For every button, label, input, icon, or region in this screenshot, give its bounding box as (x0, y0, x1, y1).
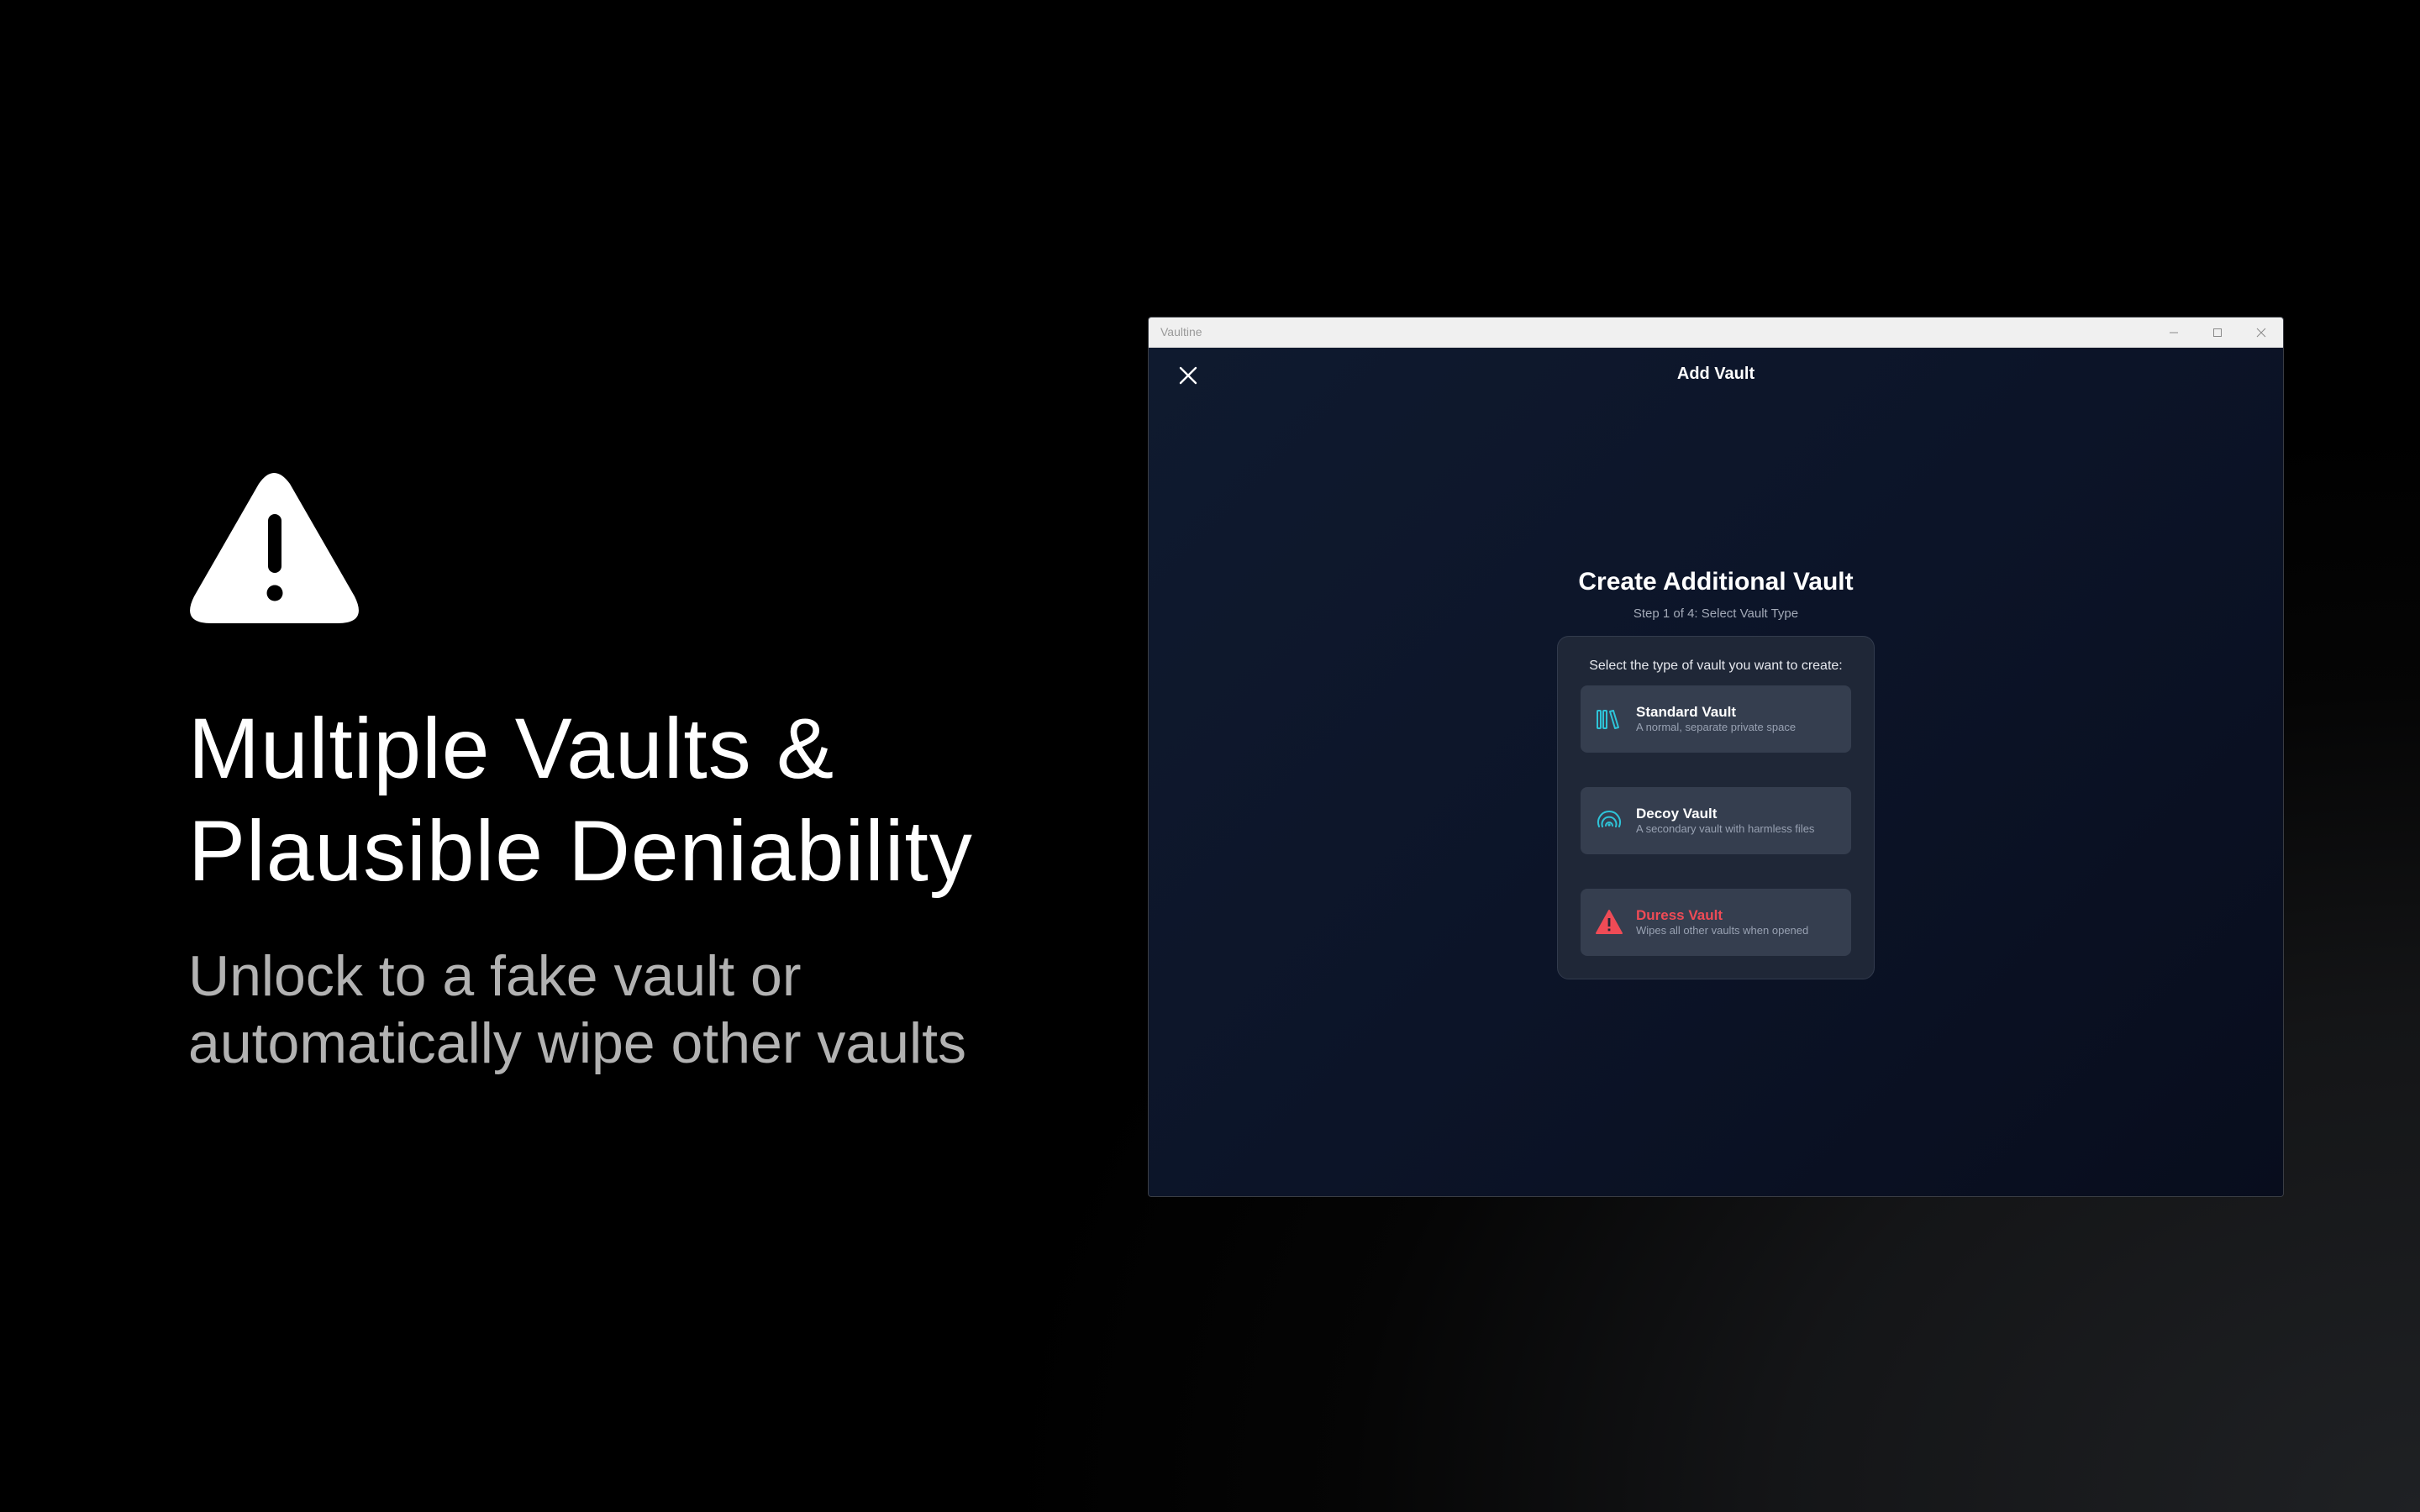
window-close-button[interactable] (2239, 318, 2283, 347)
fingerprint-icon (1594, 806, 1624, 836)
window-titlebar[interactable]: Vaultine (1149, 318, 2283, 348)
promo-subtitle-line: automatically wipe other vaults (188, 1011, 967, 1075)
promo-title-line: Plausible Deniability (188, 803, 973, 899)
option-title: Standard Vault (1636, 704, 1737, 720)
window-title: Vaultine (1160, 325, 1202, 339)
option-description: A normal, separate private space (1636, 721, 1797, 733)
option-title: Decoy Vault (1636, 806, 1718, 822)
option-title: Duress Vault (1636, 907, 1723, 923)
promo-title: Multiple Vaults & Plausible Deniability (188, 697, 1113, 902)
maximize-button[interactable] (2196, 318, 2239, 347)
step-indicator: Step 1 of 4: Select Vault Type (1633, 606, 1799, 621)
option-description: Wipes all other vaults when opened (1636, 924, 1809, 937)
minimize-icon (2170, 332, 2178, 333)
window-controls (2152, 318, 2283, 347)
duress-vault-option[interactable]: Duress Vault Wipes all other vaults when… (1581, 889, 1851, 956)
app-body: Add Vault Create Additional Vault Step 1… (1149, 348, 2283, 1196)
app-header: Add Vault (1149, 348, 2283, 405)
page-title: Create Additional Vault (1578, 568, 1854, 596)
vault-type-prompt: Select the type of vault you want to cre… (1589, 659, 1843, 673)
header-title: Add Vault (1676, 365, 1755, 383)
warning-icon (1594, 907, 1624, 937)
minimize-button[interactable] (2152, 318, 2196, 347)
promo-title-line: Multiple Vaults & (188, 701, 835, 796)
option-description: A secondary vault with harmless files (1636, 822, 1815, 835)
standard-vault-option[interactable]: Standard Vault A normal, separate privat… (1581, 685, 1851, 753)
books-icon (1594, 704, 1624, 734)
promo-panel: Multiple Vaults & Plausible Deniability … (188, 470, 1113, 1077)
decoy-vault-option[interactable]: Decoy Vault A secondary vault with harml… (1581, 787, 1851, 854)
promo-subtitle: Unlock to a fake vault or automatically … (188, 942, 1113, 1077)
close-icon (2256, 328, 2266, 337)
warning-triangle-icon (190, 473, 359, 623)
maximize-icon (2213, 328, 2222, 337)
vault-type-card: Select the type of vault you want to cre… (1557, 636, 1875, 979)
add-vault-content: Create Additional Vault Step 1 of 4: Sel… (1149, 568, 2283, 979)
app-window: Vaultine Add Vault Create Additional Vau… (1148, 317, 2284, 1197)
promo-subtitle-line: Unlock to a fake vault or (188, 944, 802, 1008)
